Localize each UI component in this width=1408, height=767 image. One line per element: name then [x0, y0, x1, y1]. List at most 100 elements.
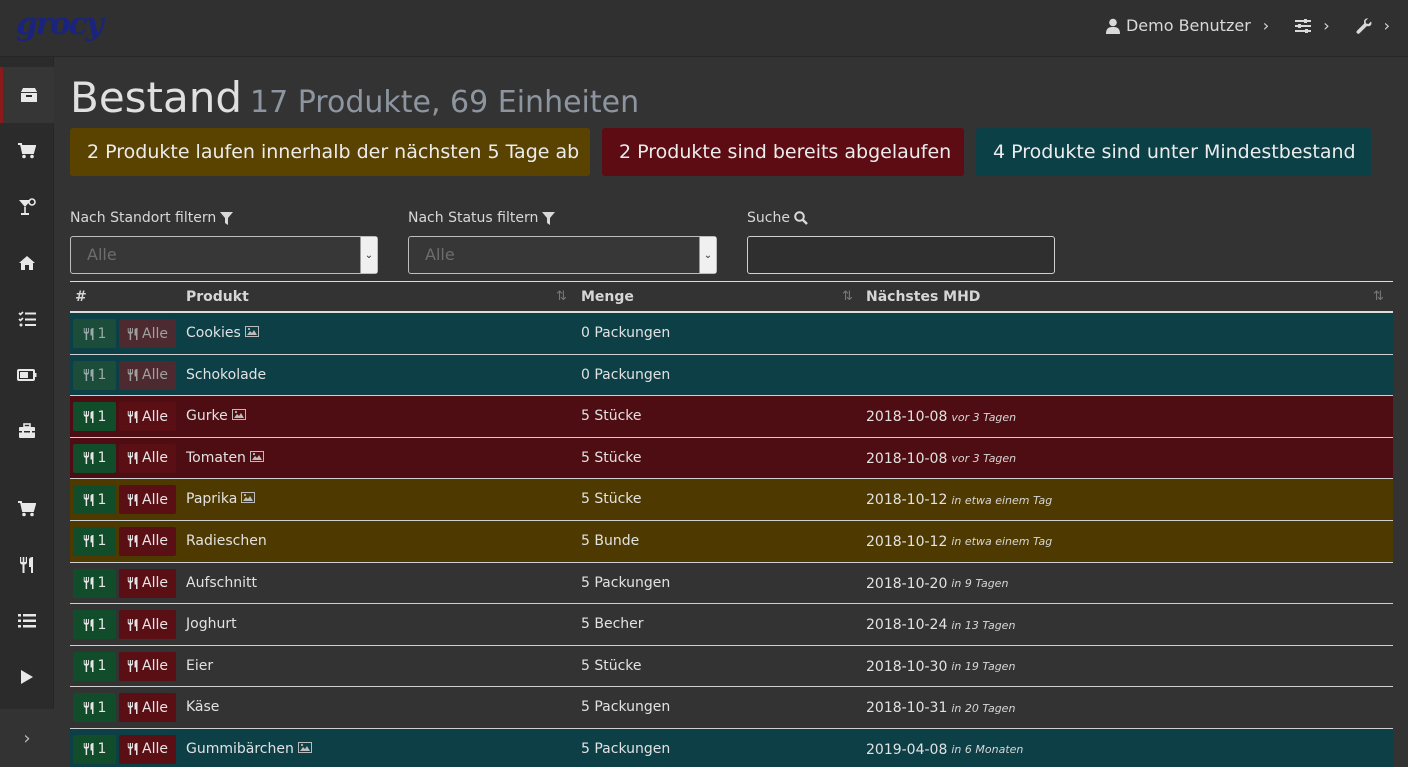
- product-name[interactable]: Radieschen: [186, 533, 267, 549]
- chevron-down-icon: ⌄: [360, 237, 377, 273]
- sidebar-item-shoppinglist[interactable]: [0, 481, 54, 537]
- product-name[interactable]: Gurke: [186, 408, 228, 424]
- consume-one-button[interactable]: 1: [73, 360, 116, 390]
- sidebar-item-recipes[interactable]: [0, 537, 54, 593]
- search-input[interactable]: [747, 236, 1055, 274]
- product-name[interactable]: Joghurt: [186, 616, 237, 632]
- sidebar-item-consume[interactable]: [0, 179, 54, 235]
- cart-icon: [18, 143, 36, 159]
- location-select[interactable]: Alle ⌄: [70, 236, 378, 274]
- tools-menu[interactable]: ›: [1356, 16, 1390, 35]
- consume-all-button[interactable]: Alle: [119, 360, 176, 390]
- consume-all-button[interactable]: Alle: [119, 526, 176, 556]
- product-name[interactable]: Eier: [186, 658, 213, 674]
- sidebar-item-purchase[interactable]: [0, 123, 54, 179]
- product-name[interactable]: Paprika: [186, 491, 237, 507]
- sidebar-item-list[interactable]: [0, 593, 54, 649]
- sort-icon[interactable]: ⇅: [1373, 289, 1384, 304]
- product-name[interactable]: Gummibärchen: [186, 741, 294, 757]
- amount-value: 5 Stücke: [581, 657, 642, 674]
- cocktail-icon: [19, 198, 36, 215]
- consume-all-button[interactable]: Alle: [119, 651, 176, 681]
- product-picture-button[interactable]: [241, 491, 256, 507]
- utensils-icon: [127, 493, 138, 506]
- consume-all-button[interactable]: Alle: [119, 693, 176, 723]
- product-cell: Schokolade: [186, 355, 266, 395]
- consume-one-button[interactable]: 1: [73, 568, 116, 598]
- consume-one-button[interactable]: 1: [73, 402, 116, 432]
- alert-expired[interactable]: 2 Produkte sind bereits abgelaufen: [602, 128, 964, 176]
- product-name[interactable]: Schokolade: [186, 367, 266, 383]
- product-name[interactable]: Cookies: [186, 325, 241, 341]
- location-filter: Nach Standort filtern Alle ⌄: [70, 207, 378, 274]
- alert-below-min[interactable]: 4 Produkte sind unter Mindestbestand: [976, 128, 1371, 176]
- product-name[interactable]: Tomaten: [186, 450, 246, 466]
- product-name[interactable]: Aufschnitt: [186, 575, 257, 591]
- status-select[interactable]: Alle ⌄: [408, 236, 717, 274]
- utensils-icon: [83, 369, 94, 382]
- utensils-icon: [83, 701, 94, 714]
- chevron-right-icon: ›: [1323, 16, 1330, 35]
- product-cell: Radieschen: [186, 521, 267, 561]
- consume-one-label: 1: [97, 325, 107, 342]
- consume-all-button[interactable]: Alle: [119, 610, 176, 640]
- sidebar-item-batteries[interactable]: [0, 347, 54, 403]
- product-cell: Joghurt: [186, 604, 237, 644]
- sidebar-item-stock[interactable]: [0, 67, 54, 123]
- alert-expiring[interactable]: 2 Produkte laufen innerhalb der nächsten…: [70, 128, 590, 176]
- consume-all-label: Alle: [142, 491, 168, 508]
- battery-icon: [17, 369, 37, 381]
- sidebar-item-equipment[interactable]: [0, 403, 54, 459]
- table-row: 1 Alle Gummibärchen 5 Packungen 2019-04-08 in…: [70, 728, 1393, 767]
- utensils-icon: [83, 535, 94, 548]
- stock-table: # Produkt ⇅ Menge ⇅ Nächstes MHD ⇅ 1 Alle…: [70, 281, 1393, 767]
- product-picture-button[interactable]: [249, 450, 264, 466]
- consume-all-label: Alle: [142, 616, 168, 633]
- user-menu[interactable]: Demo Benutzer ›: [1105, 16, 1270, 35]
- consume-all-button[interactable]: Alle: [119, 734, 176, 764]
- utensils-icon: [127, 577, 138, 590]
- bbd-relative: in 19 Tagen: [951, 660, 1016, 674]
- consume-one-button[interactable]: 1: [73, 610, 116, 640]
- sort-icon[interactable]: ⇅: [556, 289, 567, 304]
- product-picture-button[interactable]: [231, 408, 246, 424]
- consume-all-button[interactable]: Alle: [119, 568, 176, 598]
- consume-one-label: 1: [97, 658, 107, 675]
- utensils-icon: [83, 327, 94, 340]
- sidebar-item-inventory[interactable]: [0, 235, 54, 291]
- consume-all-button[interactable]: Alle: [119, 485, 176, 515]
- consume-one-button[interactable]: 1: [73, 734, 116, 764]
- consume-one-button[interactable]: 1: [73, 485, 116, 515]
- consume-one-button[interactable]: 1: [73, 319, 116, 348]
- consume-one-button[interactable]: 1: [73, 443, 116, 473]
- chevron-right-icon: ›: [1262, 16, 1270, 35]
- settings-menu[interactable]: ›: [1295, 16, 1330, 35]
- consume-all-button[interactable]: Alle: [119, 319, 176, 348]
- consume-one-button[interactable]: 1: [73, 526, 116, 556]
- app-logo[interactable]: grocy: [16, 6, 104, 42]
- consume-all-label: Alle: [142, 533, 168, 550]
- sidebar-item-chores[interactable]: [0, 291, 54, 347]
- sliders-icon: [1295, 18, 1312, 33]
- table-row: 1 Alle Joghurt 5 Becher 2018-10-24 in 13 Tage…: [70, 604, 1393, 646]
- consume-all-label: Alle: [142, 658, 168, 675]
- product-cell: Aufschnitt: [186, 563, 257, 603]
- consume-all-button[interactable]: Alle: [119, 443, 176, 473]
- consume-one-button[interactable]: 1: [73, 693, 116, 723]
- user-icon: [1105, 18, 1120, 34]
- sidebar-expand-button[interactable]: ›: [0, 709, 54, 767]
- location-select-value: Alle: [87, 245, 117, 264]
- bbd-date: 2019-04-08: [866, 741, 948, 758]
- col-header-bbd[interactable]: Nächstes MHD: [866, 289, 980, 305]
- sidebar-item-execute[interactable]: [0, 649, 54, 705]
- consume-one-button[interactable]: 1: [73, 651, 116, 681]
- amount-value: 5 Packungen: [581, 699, 671, 716]
- search-filter: Suche: [747, 207, 1055, 274]
- product-picture-button[interactable]: [244, 325, 259, 341]
- consume-all-button[interactable]: Alle: [119, 402, 176, 432]
- product-name[interactable]: Käse: [186, 699, 219, 715]
- sort-icon[interactable]: ⇅: [842, 289, 853, 304]
- col-header-product[interactable]: Produkt: [186, 289, 249, 305]
- product-picture-button[interactable]: [297, 741, 312, 757]
- col-header-amount[interactable]: Menge: [581, 289, 634, 305]
